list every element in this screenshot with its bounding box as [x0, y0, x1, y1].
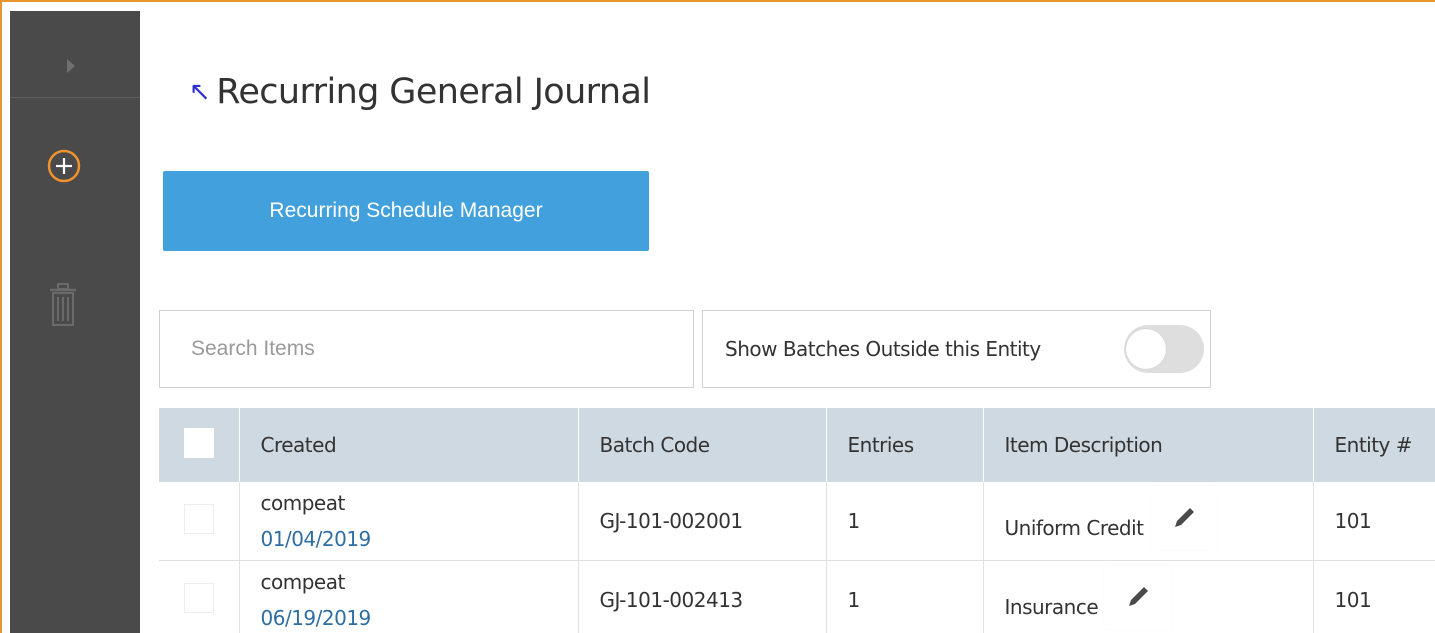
row-checkbox[interactable] — [183, 503, 214, 534]
entries-cell: 1 — [826, 482, 984, 561]
edit-description-button[interactable] — [1149, 486, 1218, 550]
show-batches-filter: Show Batches Outside this Entity — [702, 310, 1211, 388]
table-row[interactable]: compeat 06/19/2019 GJ-101-002413 1 Insur… — [159, 560, 1435, 633]
row-checkbox[interactable] — [183, 582, 214, 613]
sidebar — [10, 11, 140, 633]
item-description-text: Insurance — [1004, 595, 1099, 619]
batch-code-cell: GJ-101-002413 — [578, 560, 827, 633]
column-header-entries[interactable]: Entries — [826, 408, 984, 482]
recurring-schedule-manager-button[interactable]: Recurring Schedule Manager — [163, 171, 649, 251]
created-user: compeat — [260, 491, 346, 515]
column-header-entity[interactable]: Entity # — [1313, 408, 1435, 482]
created-date: 06/19/2019 — [260, 606, 372, 630]
add-button[interactable] — [46, 148, 82, 184]
row-select-cell — [159, 560, 240, 633]
page-title: ↖ Recurring General Journal — [189, 72, 651, 112]
created-date: 01/04/2019 — [260, 527, 372, 551]
row-select-cell — [159, 482, 240, 561]
delete-button[interactable] — [48, 283, 78, 329]
app-frame: ↖ Recurring General Journal Recurring Sc… — [0, 0, 1435, 633]
select-all-checkbox[interactable] — [183, 427, 214, 458]
sidebar-expand-button[interactable] — [10, 11, 140, 98]
toggle-knob — [1126, 329, 1166, 369]
show-batches-label: Show Batches Outside this Entity — [725, 337, 1041, 361]
show-batches-toggle[interactable] — [1124, 325, 1204, 373]
back-arrow-icon[interactable]: ↖ — [189, 77, 211, 107]
search-input[interactable] — [159, 310, 694, 388]
created-cell: compeat 06/19/2019 — [239, 560, 579, 633]
item-description-text: Uniform Credit — [1004, 516, 1145, 540]
column-header-item-description[interactable]: Item Description — [983, 408, 1314, 482]
page-title-text: Recurring General Journal — [216, 72, 651, 112]
pencil-icon — [1174, 508, 1194, 527]
batches-table: Created Batch Code Entries Item Descript… — [159, 408, 1435, 633]
entity-cell: 101 — [1313, 482, 1435, 561]
created-user: compeat — [260, 570, 346, 594]
column-header-created[interactable]: Created — [239, 408, 579, 482]
item-description-cell: Insurance — [983, 560, 1314, 633]
trash-icon — [50, 283, 76, 326]
edit-description-button[interactable] — [1104, 565, 1173, 629]
created-cell: compeat 01/04/2019 — [239, 482, 579, 561]
entries-cell: 1 — [826, 560, 984, 633]
item-description-cell: Uniform Credit — [983, 482, 1314, 561]
column-header-batch-code[interactable]: Batch Code — [578, 408, 827, 482]
select-all-cell — [159, 408, 240, 482]
batch-code-cell: GJ-101-002001 — [578, 482, 827, 561]
table-header-row: Created Batch Code Entries Item Descript… — [159, 408, 1435, 482]
pencil-icon — [1129, 587, 1149, 606]
table-row[interactable]: compeat 01/04/2019 GJ-101-002001 1 Unifo… — [159, 482, 1435, 561]
add-icon — [47, 149, 81, 183]
expand-icon — [67, 59, 75, 73]
entity-cell: 101 — [1313, 560, 1435, 633]
